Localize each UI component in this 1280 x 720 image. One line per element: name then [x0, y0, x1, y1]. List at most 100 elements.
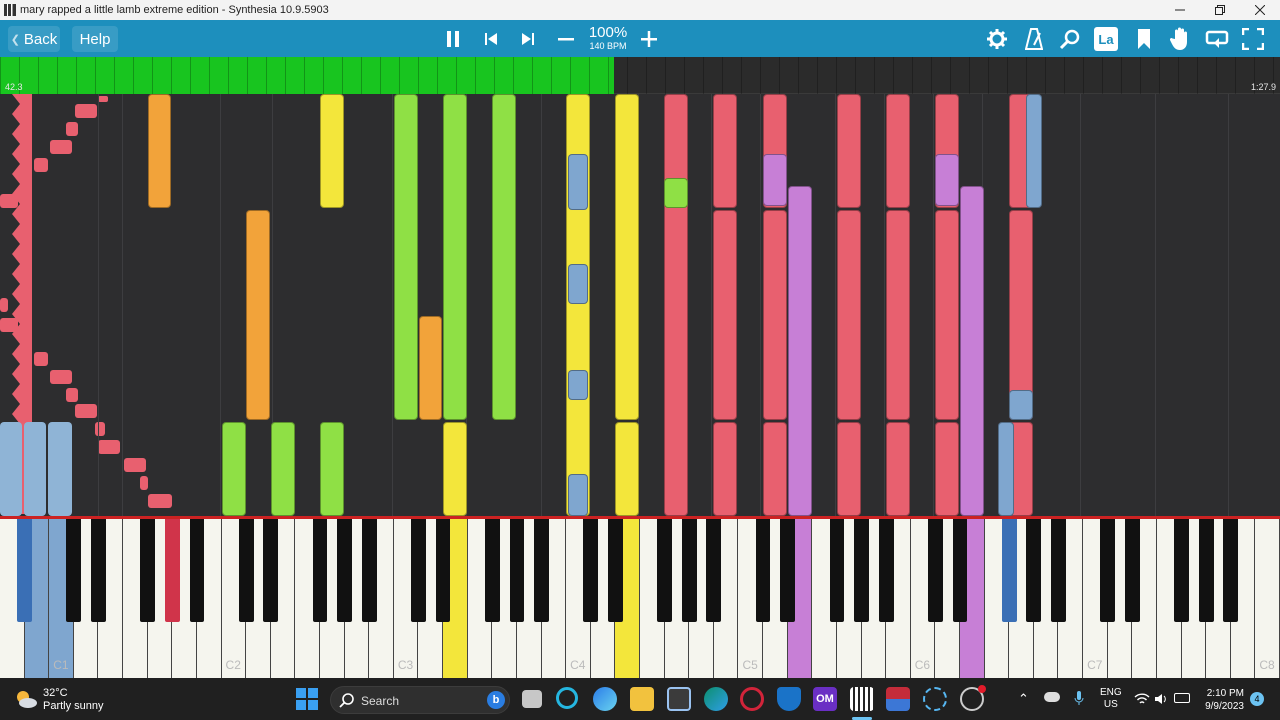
- black-key[interactable]: [1100, 519, 1116, 622]
- cortana-icon[interactable]: [556, 687, 578, 709]
- black-key[interactable]: [1174, 519, 1189, 622]
- black-key[interactable]: [17, 519, 32, 622]
- black-key[interactable]: [755, 519, 771, 622]
- taskbar-search-box[interactable]: Search b: [330, 686, 510, 714]
- black-key[interactable]: [361, 519, 377, 622]
- total-time: 1:27.9: [1250, 82, 1276, 92]
- falling-note: [568, 154, 588, 210]
- next-icon[interactable]: [515, 26, 541, 52]
- back-button[interactable]: ❮ Back: [8, 26, 60, 52]
- song-progress-bar[interactable]: 42.3 1:27.9: [0, 57, 1280, 94]
- chevron-up-icon[interactable]: ⌃: [1018, 691, 1029, 707]
- minimize-icon[interactable]: [1160, 0, 1200, 20]
- bing-icon[interactable]: b: [487, 691, 505, 709]
- task-view-icon[interactable]: [522, 690, 542, 708]
- black-key[interactable]: [952, 519, 968, 622]
- weather-icon[interactable]: [14, 687, 38, 711]
- store-icon[interactable]: [667, 687, 691, 711]
- black-key[interactable]: [435, 519, 451, 622]
- microphone-icon[interactable]: [1074, 690, 1084, 711]
- lane-divider: [884, 94, 885, 516]
- plus-icon[interactable]: [636, 26, 662, 52]
- lane-divider: [760, 94, 761, 516]
- black-key[interactable]: [829, 519, 845, 622]
- media-app-icon[interactable]: [960, 685, 986, 711]
- metronome-icon[interactable]: [1021, 26, 1047, 52]
- synthesia-taskbar-icon[interactable]: [850, 687, 874, 711]
- lane-divider: [835, 94, 836, 516]
- black-key[interactable]: [681, 519, 697, 622]
- black-key[interactable]: [534, 519, 549, 622]
- notification-badge[interactable]: 4: [1250, 692, 1264, 706]
- black-key[interactable]: [66, 519, 82, 622]
- minus-icon[interactable]: [553, 26, 579, 52]
- black-key[interactable]: [263, 519, 279, 622]
- black-key[interactable]: [928, 519, 943, 622]
- om-app-icon[interactable]: OM: [813, 687, 837, 711]
- close-icon[interactable]: [1240, 0, 1280, 20]
- start-icon[interactable]: [296, 688, 318, 710]
- black-key[interactable]: [238, 519, 254, 622]
- fullscreen-icon[interactable]: [1240, 26, 1266, 52]
- settings-icon[interactable]: [984, 26, 1010, 52]
- black-key[interactable]: [1001, 519, 1017, 622]
- onedrive-icon[interactable]: [1044, 692, 1060, 702]
- speed-percent: 100%: [588, 24, 628, 41]
- black-key[interactable]: [411, 519, 426, 622]
- volume-icon[interactable]: [1154, 692, 1168, 710]
- black-key[interactable]: [1026, 519, 1042, 622]
- black-key[interactable]: [854, 519, 869, 622]
- clock[interactable]: 2:10 PM 9/9/2023: [1200, 687, 1244, 713]
- black-key[interactable]: [608, 519, 623, 622]
- falling-note: [935, 154, 959, 206]
- edge-dev-icon[interactable]: [593, 687, 617, 711]
- white-key[interactable]: [1255, 519, 1280, 678]
- black-key[interactable]: [1124, 519, 1140, 622]
- black-key[interactable]: [91, 519, 106, 622]
- black-key[interactable]: [337, 519, 352, 622]
- language-indicator[interactable]: ENG US: [1100, 687, 1122, 711]
- weather-widget[interactable]: 32°C Partly sunny: [43, 687, 104, 713]
- file-explorer-icon[interactable]: [630, 687, 654, 711]
- black-key[interactable]: [140, 519, 156, 622]
- lane-divider: [220, 94, 221, 516]
- security-shield-icon[interactable]: [777, 687, 801, 711]
- falling-note: [837, 422, 861, 516]
- edge-icon[interactable]: [704, 687, 728, 711]
- label-button-text: La: [1098, 31, 1114, 47]
- language-code: ENG: [1100, 687, 1122, 698]
- tool-icon[interactable]: [923, 687, 947, 711]
- winrar-icon[interactable]: [886, 687, 910, 711]
- search-icon[interactable]: [1057, 26, 1083, 52]
- octave-label: C2: [225, 658, 241, 672]
- black-key[interactable]: [706, 519, 722, 622]
- hand-icon[interactable]: [1167, 26, 1193, 52]
- black-key[interactable]: [1223, 519, 1239, 622]
- opera-icon[interactable]: [740, 687, 764, 711]
- falling-note: [568, 264, 588, 304]
- bookmark-icon[interactable]: [1131, 26, 1157, 52]
- pause-icon[interactable]: [440, 26, 466, 52]
- restore-icon[interactable]: [1200, 0, 1240, 20]
- falling-note: [246, 210, 270, 420]
- wifi-icon[interactable]: [1134, 692, 1150, 710]
- black-key[interactable]: [878, 519, 894, 622]
- black-key[interactable]: [509, 519, 525, 622]
- black-key[interactable]: [780, 519, 796, 622]
- black-key[interactable]: [484, 519, 500, 622]
- falling-note: [837, 94, 861, 208]
- black-key[interactable]: [189, 519, 205, 622]
- battery-icon[interactable]: [1174, 693, 1190, 703]
- previous-icon[interactable]: [478, 26, 504, 52]
- black-key[interactable]: [583, 519, 599, 622]
- region-code: US: [1103, 699, 1118, 710]
- label-icon[interactable]: La: [1094, 27, 1118, 51]
- piano-keyboard[interactable]: C1 C2 C3 C4 C5 C6 C7 C8: [0, 516, 1280, 678]
- loop-icon[interactable]: [1204, 26, 1230, 52]
- black-key[interactable]: [164, 519, 180, 622]
- black-key[interactable]: [1198, 519, 1214, 622]
- black-key[interactable]: [657, 519, 672, 622]
- black-key[interactable]: [312, 519, 328, 622]
- black-key[interactable]: [1051, 519, 1066, 622]
- help-button[interactable]: Help: [72, 26, 118, 52]
